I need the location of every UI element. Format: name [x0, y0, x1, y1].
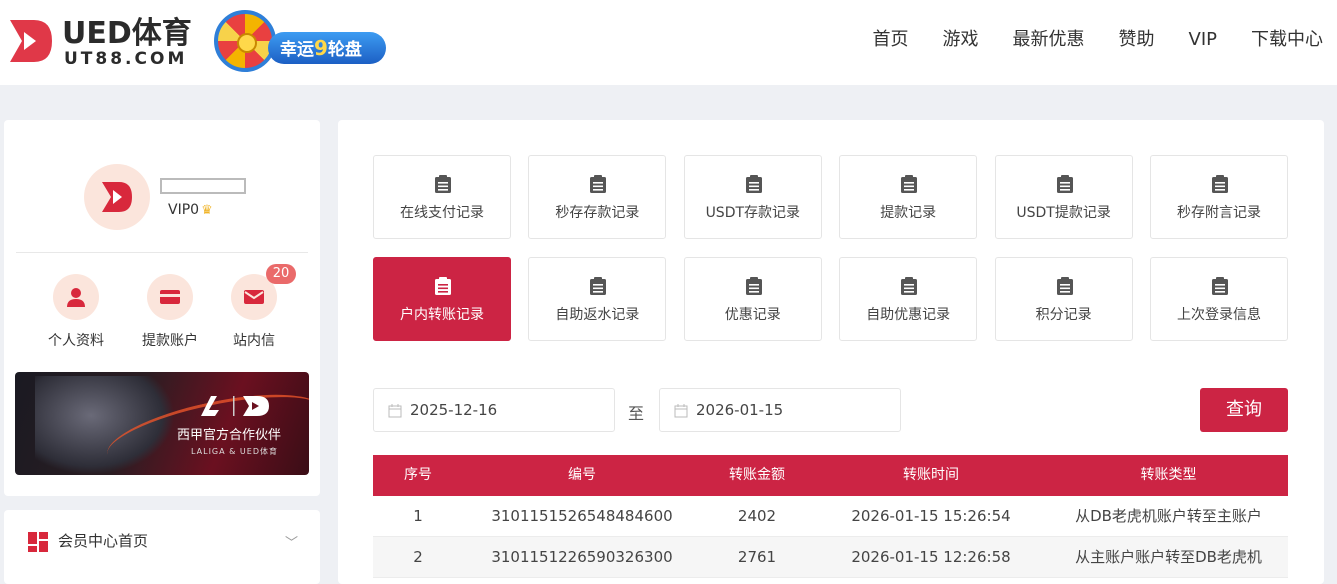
tile-online-payment[interactable]: 在线支付记录 [373, 155, 511, 239]
dashboard-icon [28, 532, 48, 552]
crown-icon: ♛ [201, 203, 213, 218]
query-button[interactable]: 查询 [1200, 388, 1288, 432]
tile-points[interactable]: 积分记录 [994, 257, 1133, 341]
nav-home[interactable]: 首页 [873, 28, 909, 52]
tile-label: 户内转账记录 [400, 307, 484, 323]
nav-download[interactable]: 下载中心 [1251, 28, 1323, 52]
username-redacted [160, 178, 246, 194]
cell-time: 2026-01-15 15:26:54 [851, 507, 1011, 525]
quick-link-profile[interactable]: 个人资料 [38, 274, 114, 350]
cell-type: 从DB老虎机账户转至主账户 [1075, 507, 1262, 525]
tile-usdt-deposit[interactable]: USDT存款记录 [683, 155, 822, 239]
tile-label: 提款记录 [880, 205, 937, 221]
banner-subtitle: LALIGA & UED体育 [191, 447, 278, 456]
vip-level: VIP0 ♛ [168, 202, 213, 218]
banner-title: 西甲官方合作伙伴 [177, 428, 282, 443]
tile-last-login[interactable]: 上次登录信息 [1150, 257, 1288, 341]
brand-domain: UT88.COM [64, 49, 188, 69]
tile-usdt-withdrawal[interactable]: USDT提款记录 [994, 155, 1133, 239]
tile-self-promotion[interactable]: 自助优惠记录 [839, 257, 978, 341]
cell-index: 1 [413, 507, 423, 525]
user-icon [53, 274, 99, 320]
tile-label: 在线支付记录 [400, 205, 484, 221]
clipboard-icon [745, 277, 762, 295]
tile-label: 积分记录 [1035, 307, 1092, 323]
wheel-icon [214, 10, 276, 72]
clipboard-icon [590, 175, 607, 193]
message-count-badge: 20 [266, 264, 296, 284]
clipboard-icon [1056, 175, 1073, 193]
avatar[interactable] [84, 164, 150, 230]
menu-label: 会员中心首页 [58, 532, 149, 550]
date-range-separator: 至 [628, 404, 645, 423]
tile-label: 秒存存款记录 [555, 205, 640, 221]
clipboard-icon [1212, 175, 1228, 193]
clipboard-icon [435, 277, 451, 295]
cell-amount: 2761 [737, 548, 777, 566]
cell-number: 3101151526548484600 [491, 507, 673, 525]
start-date-input[interactable]: 2025-12-16 [373, 388, 615, 432]
tile-label: 自助优惠记录 [866, 307, 951, 323]
tile-promotion[interactable]: 优惠记录 [683, 257, 822, 341]
tile-instant-deposit[interactable]: 秒存存款记录 [528, 155, 667, 239]
card-icon [147, 274, 193, 320]
brand-avatar-icon [102, 182, 132, 212]
logo-mark-icon [10, 20, 52, 62]
nav-games[interactable]: 游戏 [943, 28, 979, 52]
header-time: 转账时间 [903, 467, 959, 483]
clipboard-icon [435, 175, 451, 193]
cell-amount: 2402 [737, 507, 777, 525]
clipboard-icon [901, 277, 918, 295]
tile-label: 上次登录信息 [1177, 307, 1261, 323]
divider [16, 252, 308, 253]
main-panel: 在线支付记录 秒存存款记录 USDT存款记录 提款记录 USDT提款记录 秒存附言记录户内… [338, 120, 1324, 584]
quick-link-withdraw-account[interactable]: 提款账户 [132, 274, 208, 350]
cell-number: 3101151226590326300 [491, 548, 673, 566]
table-row: 1 3101151526548484600 2402 2026-01-15 15… [373, 496, 1288, 537]
clipboard-icon [1212, 277, 1228, 295]
calendar-icon [388, 404, 402, 418]
lucky-wheel-promo[interactable]: 幸运9轮盘 [214, 10, 388, 72]
chevron-down-icon[interactable]: ﹀ [285, 532, 298, 551]
cell-type: 从主账户账户转至DB老虎机 [1075, 548, 1262, 566]
table-row: 2 3101151226590326300 2761 2026-01-15 12… [373, 537, 1288, 578]
cell-index: 2 [413, 548, 423, 566]
header-amount: 转账金额 [729, 467, 785, 483]
cell-time: 2026-01-15 12:26:58 [851, 548, 1011, 566]
laliga-partner-banner[interactable]: 西甲官方合作伙伴 LALIGA & UED体育 [15, 372, 309, 475]
tile-label: 秒存附言记录 [1177, 205, 1261, 221]
tile-label: 优惠记录 [724, 307, 781, 323]
clipboard-icon [745, 175, 762, 193]
brand-name: UED体育 [62, 16, 192, 51]
table-header: 序号 编号 转账金额 转账时间 转账类型 [373, 455, 1288, 496]
clipboard-icon [901, 175, 918, 193]
partner-logos [195, 392, 275, 426]
profile-card: VIP0 ♛ 个人资料 提款账户 站内信 20 西甲官方合作伙伴 LALIGA &… [4, 120, 320, 496]
end-date-input[interactable]: 2026-01-15 [659, 388, 901, 432]
header-index: 序号 [404, 467, 432, 483]
tile-internal-transfer[interactable]: 户内转账记录 [373, 257, 511, 341]
tile-label: USDT存款记录 [705, 205, 801, 221]
member-center-menu[interactable]: 会员中心首页 ﹀ [4, 510, 320, 584]
header-type: 转账类型 [1140, 467, 1197, 483]
promo-label: 幸运9轮盘 [268, 32, 386, 64]
nav-vip[interactable]: VIP [1189, 28, 1217, 52]
tile-instant-deposit-note[interactable]: 秒存附言记录 [1150, 155, 1288, 239]
tile-withdrawal[interactable]: 提款记录 [839, 155, 978, 239]
top-header: UED体育 UT88.COM 幸运9轮盘 首页 游戏 最新优惠 赞助 VIP 下… [0, 0, 1337, 85]
clipboard-icon [590, 277, 607, 295]
transfer-records-table: 序号 编号 转账金额 转账时间 转账类型 1 31011515265484846… [373, 455, 1288, 578]
header-number: 编号 [568, 467, 596, 483]
quick-link-inbox[interactable]: 站内信 [216, 274, 292, 350]
clipboard-icon [1056, 277, 1073, 295]
tile-label: 自助返水记录 [555, 307, 640, 323]
tile-label: USDT提款记录 [1016, 205, 1111, 221]
nav-promotions[interactable]: 最新优惠 [1013, 28, 1085, 52]
main-nav: 首页 游戏 最新优惠 赞助 VIP 下载中心 [839, 28, 1323, 52]
nav-sponsorship[interactable]: 赞助 [1119, 28, 1155, 52]
tile-self-rebate[interactable]: 自助返水记录 [528, 257, 667, 341]
site-logo[interactable]: UED体育 UT88.COM [4, 14, 204, 70]
calendar-icon [674, 404, 688, 418]
